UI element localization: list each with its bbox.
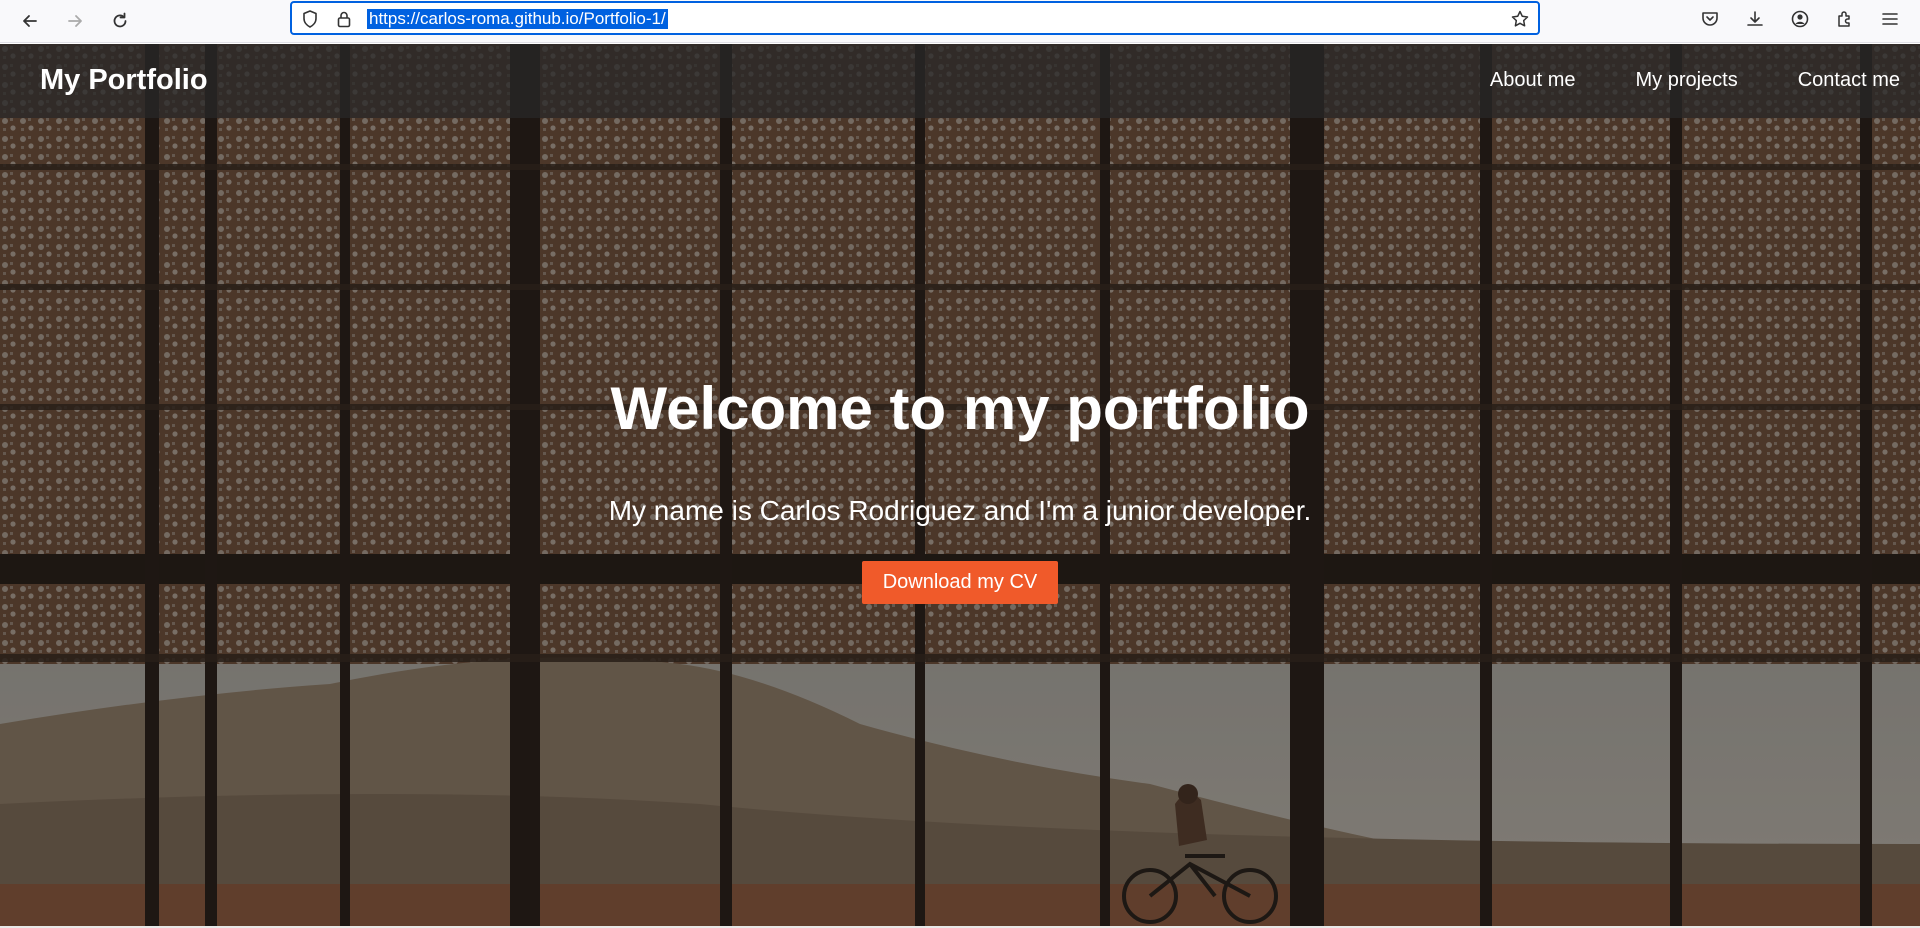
reload-icon — [113, 12, 127, 28]
extensions-icon — [1838, 11, 1850, 27]
nav-link-contact[interactable]: Contact me — [1798, 69, 1900, 92]
shield-icon[interactable] — [300, 9, 320, 29]
address-bar[interactable]: https://carlos-roma.github.io/Portfolio-… — [290, 1, 1540, 35]
nav-link-about[interactable]: About me — [1490, 69, 1576, 92]
lock-icon[interactable] — [334, 9, 354, 29]
forward-button[interactable] — [59, 5, 91, 37]
web-page: My Portfolio About me My projects Contac… — [0, 44, 1920, 928]
downloads-button[interactable] — [1742, 6, 1768, 32]
browser-toolbar: https://carlos-roma.github.io/Portfolio-… — [0, 0, 1920, 43]
extensions-button[interactable] — [1832, 6, 1858, 32]
reload-button[interactable] — [104, 5, 136, 37]
account-button[interactable] — [1787, 6, 1813, 32]
download-icon — [1747, 11, 1763, 26]
back-icon — [23, 15, 37, 27]
back-button[interactable] — [14, 5, 46, 37]
app-menu-button[interactable] — [1877, 6, 1903, 32]
download-cv-button[interactable]: Download my CV — [861, 561, 1059, 604]
pocket-button[interactable] — [1697, 6, 1723, 32]
menu-icon — [1882, 13, 1898, 25]
forward-icon — [68, 15, 82, 27]
account-icon — [1791, 10, 1809, 28]
nav-links: About me My projects Contact me — [1490, 69, 1920, 92]
site-brand[interactable]: My Portfolio — [40, 64, 208, 97]
url-text[interactable]: https://carlos-roma.github.io/Portfolio-… — [367, 9, 668, 29]
hero-title: Welcome to my portfolio — [610, 375, 1310, 442]
hero-section: My Portfolio About me My projects Contac… — [0, 44, 1920, 928]
pocket-icon — [1702, 12, 1718, 26]
site-navbar: My Portfolio About me My projects Contac… — [0, 44, 1920, 118]
bookmark-star-icon[interactable] — [1510, 9, 1530, 29]
nav-link-projects[interactable]: My projects — [1635, 69, 1737, 92]
hero-subtitle: My name is Carlos Rodriguez and I'm a ju… — [608, 495, 1312, 526]
hero-content: Welcome to my portfolio My name is Carlo… — [0, 374, 1920, 604]
